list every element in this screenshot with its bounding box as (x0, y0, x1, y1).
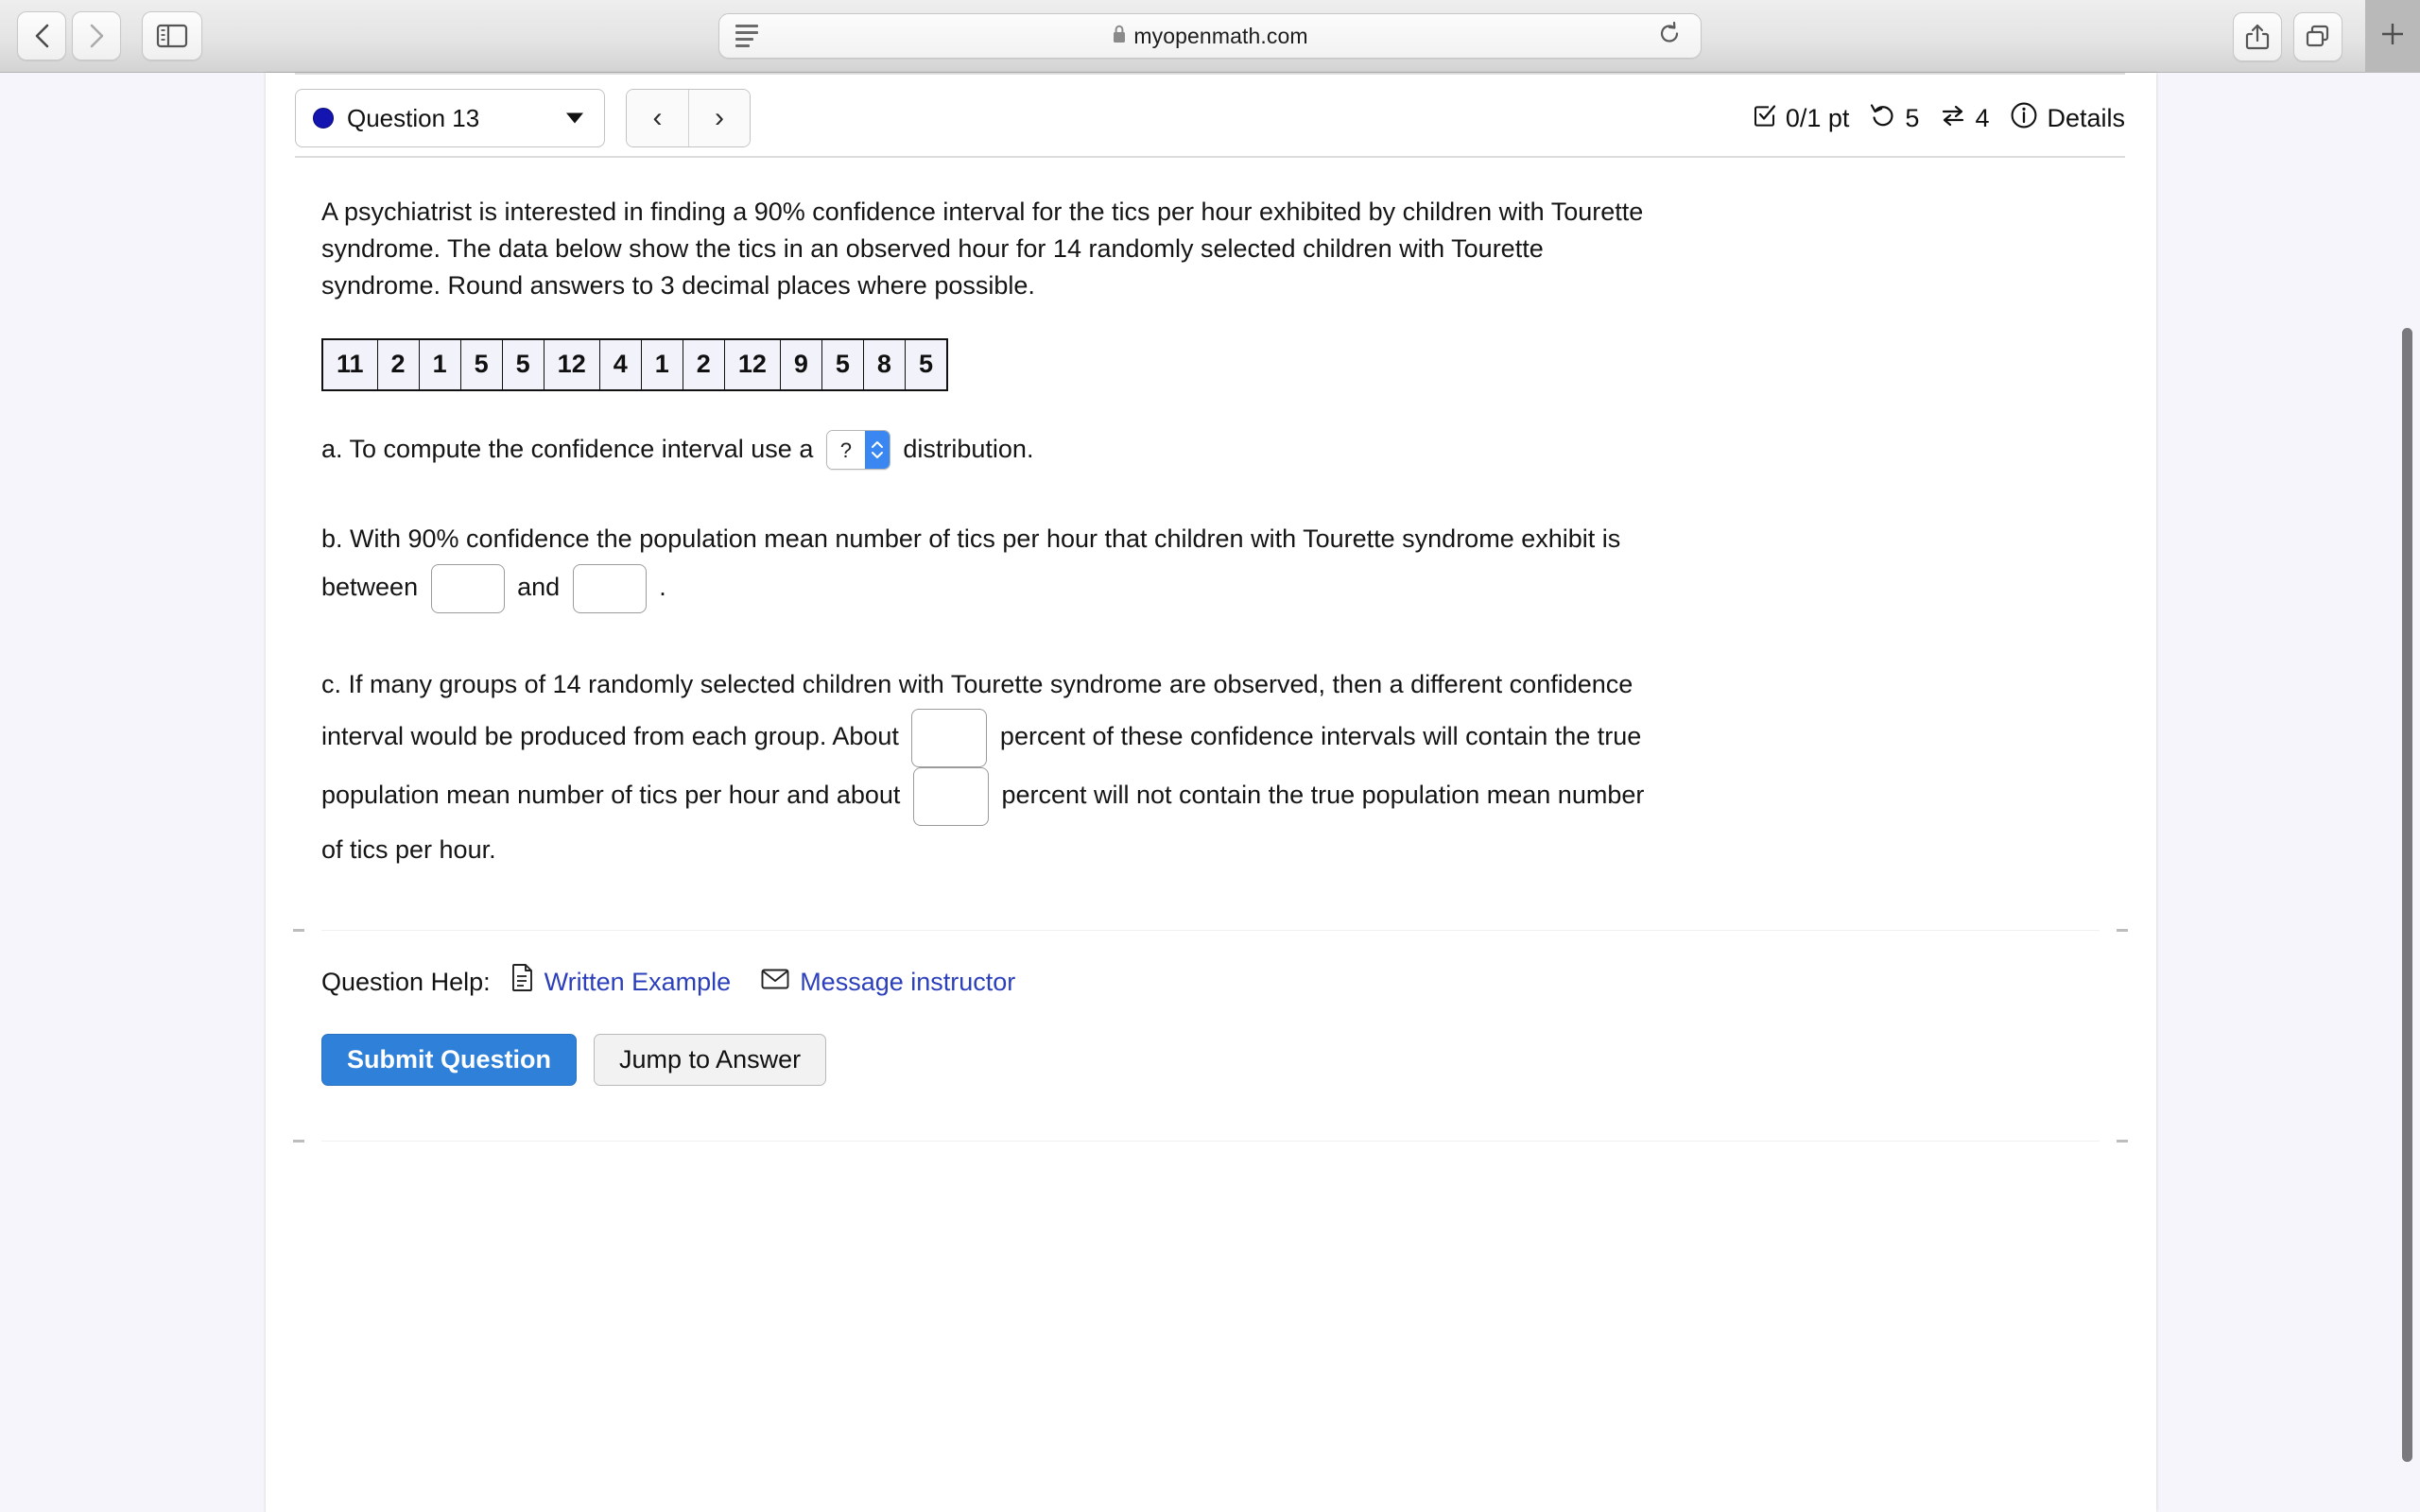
page-scrollbar[interactable] (2395, 73, 2420, 1512)
swap-arrows-icon (1940, 103, 1966, 134)
document-icon (511, 963, 534, 1002)
back-forward-group (17, 11, 121, 60)
submit-question-button[interactable]: Submit Question (321, 1033, 577, 1086)
question-status-bar: 0/1 pt 5 4 Details (1753, 101, 2125, 136)
part-a-text-before: a. To compute the confidence interval us… (321, 434, 814, 463)
url-text: myopenmath.com (1133, 23, 1308, 48)
browser-nav-group (17, 11, 202, 60)
table-row: 11 2 1 5 5 12 4 1 2 12 9 5 8 5 (321, 338, 948, 391)
data-cell: 5 (821, 338, 864, 391)
part-b-text-3: . (659, 573, 666, 602)
sidebar-toggle-button[interactable] (142, 11, 202, 60)
address-bar[interactable]: myopenmath.com (718, 13, 1702, 59)
data-cell: 2 (682, 338, 725, 391)
message-instructor-text: Message instructor (800, 967, 1016, 996)
sidebar-toggle-icon (156, 23, 188, 49)
undo-arrow-icon (1870, 103, 1896, 134)
envelope-icon (761, 964, 789, 1001)
distribution-select[interactable]: ? (825, 430, 890, 471)
browser-right-actions (2233, 0, 2420, 73)
details-link[interactable]: Details (2010, 101, 2125, 136)
data-cell: 1 (418, 338, 461, 391)
stepper-arrows-icon (864, 431, 890, 470)
data-cell: 5 (501, 338, 544, 391)
chevron-left-icon (32, 22, 51, 50)
data-cell: 11 (321, 338, 378, 391)
versions-status: 4 (1940, 103, 1989, 134)
question-selector-dropdown[interactable]: Question 13 (295, 89, 605, 147)
data-values-table: 11 2 1 5 5 12 4 1 2 12 9 5 8 5 (321, 338, 948, 391)
page-viewport: Question 13 ‹ › 0/1 pt 5 4 Details A psy… (0, 73, 2420, 1512)
details-text: Details (2047, 103, 2125, 132)
jump-to-answer-button[interactable]: Jump to Answer (594, 1033, 827, 1086)
question-status-dot-icon (313, 108, 334, 129)
attempts-text: 5 (1905, 103, 1920, 132)
tab-overview-button[interactable] (2293, 11, 2342, 61)
contain-percent-input[interactable] (911, 709, 988, 768)
previous-question-button[interactable]: ‹ (627, 90, 688, 146)
lock-icon (1112, 24, 1127, 49)
data-cell: 12 (723, 338, 781, 391)
question-nav-group: ‹ › (626, 89, 751, 147)
attempts-status: 5 (1870, 103, 1919, 134)
content-divider-lower-wrap (293, 1139, 2128, 1143)
question-content: A psychiatrist is interested in finding … (266, 177, 2156, 1143)
score-status: 0/1 pt (1753, 103, 1850, 134)
share-button[interactable] (2233, 11, 2282, 61)
question-help-row: Question Help: Written Example Message i… (321, 963, 2100, 1002)
content-divider-upper (293, 928, 2128, 932)
upper-bound-input[interactable] (572, 564, 647, 614)
lower-bound-input[interactable] (430, 564, 505, 614)
action-buttons: Submit Question Jump to Answer (321, 1033, 2100, 1086)
data-cell: 2 (376, 338, 420, 391)
reader-view-icon[interactable] (735, 25, 758, 47)
scrollbar-thumb[interactable] (2402, 328, 2412, 1462)
message-instructor-link[interactable]: Message instructor (761, 964, 1015, 1001)
versions-text: 4 (1975, 103, 1990, 132)
data-cell: 4 (598, 338, 642, 391)
browser-toolbar: myopenmath.com (0, 0, 2420, 73)
header-divider-bottom (295, 156, 2125, 158)
data-cell: 8 (862, 338, 906, 391)
share-icon (2245, 23, 2270, 51)
question-prompt: A psychiatrist is interested in finding … (321, 198, 1644, 301)
reload-button[interactable] (1657, 21, 1682, 51)
question-help-label: Question Help: (321, 967, 491, 996)
question-selector-label: Question 13 (347, 103, 480, 132)
tab-overview-icon (2305, 24, 2331, 50)
data-cell: 9 (779, 338, 822, 391)
back-button[interactable] (17, 11, 66, 60)
part-a-text-after: distribution. (903, 434, 1034, 463)
chevron-down-icon (566, 112, 583, 124)
new-tab-button[interactable] (2365, 0, 2420, 73)
reload-icon (1657, 21, 1682, 50)
address-bar-container: myopenmath.com (718, 13, 1702, 59)
header-divider-top (295, 73, 2125, 75)
address-bar-content: myopenmath.com (719, 24, 1701, 49)
part-c: c. If many groups of 14 randomly selecte… (321, 661, 1664, 875)
content-divider-lower (293, 1139, 2128, 1143)
checkbox-checked-icon (1753, 103, 1777, 134)
score-text: 0/1 pt (1785, 103, 1850, 132)
forward-button[interactable] (72, 11, 121, 60)
written-example-text: Written Example (544, 967, 732, 996)
question-header-row: Question 13 ‹ › 0/1 pt 5 4 Details (295, 86, 2125, 150)
data-cell: 12 (543, 338, 600, 391)
info-circle-icon (2010, 101, 2038, 136)
data-cell: 5 (459, 338, 503, 391)
distribution-select-value: ? (826, 431, 865, 470)
written-example-link[interactable]: Written Example (511, 963, 732, 1002)
next-question-button[interactable]: › (688, 90, 750, 146)
plus-icon (2378, 20, 2407, 53)
data-cell: 5 (904, 338, 948, 391)
part-a: a. To compute the confidence interval us… (321, 425, 1664, 473)
data-cell: 1 (640, 338, 683, 391)
chevron-right-icon (87, 22, 106, 50)
not-contain-percent-input[interactable] (912, 767, 989, 827)
part-b: b. With 90% confidence the population me… (321, 515, 1664, 614)
part-b-text-2: and (517, 573, 561, 602)
